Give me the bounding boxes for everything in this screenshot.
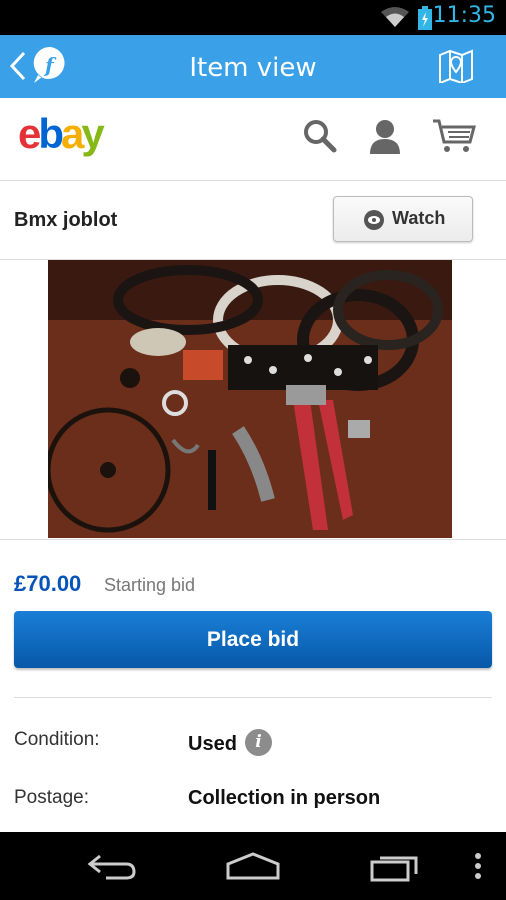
item-title: Bmx joblot — [14, 209, 118, 231]
item-title-row: Bmx joblot Watch — [0, 180, 506, 260]
eye-icon — [364, 210, 384, 230]
watch-label: Watch — [392, 208, 446, 228]
status-bar: 11:35 — [0, 0, 506, 35]
wifi-icon — [381, 7, 409, 27]
account-icon[interactable] — [368, 118, 402, 154]
menu-nav-icon[interactable] — [474, 852, 482, 880]
condition-value: Used — [188, 733, 237, 755]
item-photo[interactable] — [48, 260, 452, 538]
page-title: Item view — [189, 53, 317, 83]
map-icon[interactable] — [438, 49, 474, 83]
clock: 11:35 — [432, 3, 496, 28]
cart-icon[interactable] — [432, 118, 476, 154]
info-icon[interactable]: i — [245, 729, 272, 756]
divider — [14, 697, 492, 698]
ebay-logo[interactable]: ebay — [18, 110, 105, 158]
item-image — [48, 260, 452, 538]
app-bar: f Item view — [0, 35, 506, 98]
recents-nav-icon[interactable] — [370, 852, 420, 882]
price: £70.00 — [14, 571, 82, 596]
ebay-header: ebay — [0, 98, 506, 181]
price-type-label: Starting bid — [104, 575, 196, 595]
back-nav-icon[interactable] — [86, 852, 138, 880]
condition-label: Condition: — [14, 729, 100, 750]
postage-value: Collection in person — [188, 787, 381, 809]
search-icon[interactable] — [302, 118, 338, 154]
place-bid-button[interactable]: Place bid — [14, 611, 492, 668]
postage-label: Postage: — [14, 787, 89, 808]
battery-icon — [418, 6, 432, 30]
watch-button[interactable]: Watch — [333, 196, 473, 242]
home-nav-icon[interactable] — [226, 852, 280, 880]
divider — [0, 539, 506, 540]
system-nav-bar — [0, 832, 506, 900]
